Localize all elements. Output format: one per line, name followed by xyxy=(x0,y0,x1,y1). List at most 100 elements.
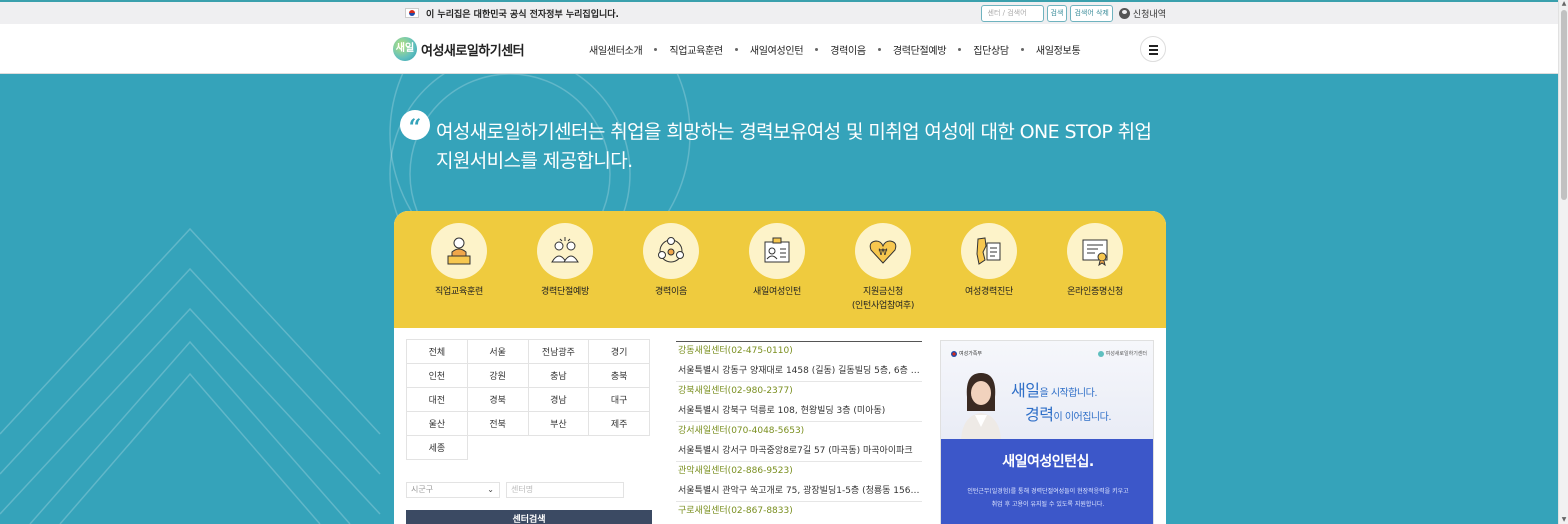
center-address: 서울특별시 강서구 마곡중앙8로7길 57 (마곡동) 마곡아이파크 xyxy=(676,441,922,462)
center-name-link[interactable]: 관악새일센터(02-886-9523) xyxy=(676,462,922,481)
hamburger-menu-icon[interactable] xyxy=(1140,36,1166,62)
service-label-sub: (인턴사업참여후) xyxy=(851,301,915,311)
center-name-link[interactable]: 구로새일센터(02-867-8833) xyxy=(676,502,922,521)
page-scrollbar[interactable]: ▲ ▼ xyxy=(1558,0,1568,524)
promo-headline-2-big: 경력 xyxy=(1025,405,1054,424)
region-option[interactable]: 충남 xyxy=(527,363,590,388)
district-select[interactable]: 시군구 ⌄ xyxy=(406,482,500,498)
nav-item-career-link[interactable]: 경력이음 xyxy=(830,42,866,57)
gov-clear-button[interactable]: 검색어 삭제 xyxy=(1070,5,1113,22)
service-label: 온라인증명신청 xyxy=(1067,287,1123,297)
service-label: 새일여성인턴 xyxy=(753,287,801,297)
service-diagnosis[interactable]: 여성경력진단 xyxy=(936,211,1042,328)
service-label: 경력이음 xyxy=(655,287,687,297)
region-option[interactable]: 경북 xyxy=(466,387,529,412)
promo-desc-line-1: 인턴근무(일경험)를 통해 경력단절여성들이 현장적응력을 키우고 xyxy=(967,488,1129,495)
hero-line-2: 지원서비스를 제공합니다. xyxy=(436,150,633,172)
intern-promo-banner[interactable]: 여성가족부 여성새로일하기센터 새일을 시작합니다. 경력이 이어집니다. 새일… xyxy=(940,340,1154,524)
region-option[interactable]: 전남광주 xyxy=(527,339,590,364)
hero-headline: 여성새로일하기센터는 취업을 희망하는 경력보유여성 및 미취업 여성에 대한 … xyxy=(436,118,1156,176)
region-option[interactable]: 경남 xyxy=(527,387,590,412)
nav-separator xyxy=(958,47,962,51)
service-training[interactable]: 직업교육훈련 xyxy=(406,211,512,328)
region-option[interactable]: 전북 xyxy=(466,411,529,436)
id-card-icon xyxy=(749,223,805,279)
center-list: 강동새일센터(02-475-0110) 서울특별시 강동구 양재대로 1458 … xyxy=(676,341,922,521)
certificate-icon xyxy=(1067,223,1123,279)
ministry-logo: 여성가족부 xyxy=(951,350,982,357)
nav-separator xyxy=(877,47,881,51)
service-prevention[interactable]: 경력단절예방 xyxy=(512,211,618,328)
service-certificate[interactable]: 온라인증명신청 xyxy=(1042,211,1148,328)
apply-history-link[interactable]: 신청내역 xyxy=(1133,7,1166,20)
service-label: 경력단절예방 xyxy=(541,287,589,297)
center-address: 서울특별시 강동구 양재대로 1458 (길동) 길동빌딩 5층, 6층 (길동… xyxy=(676,361,922,382)
region-option[interactable]: 강원 xyxy=(466,363,529,388)
nav-item-group-counseling[interactable]: 집단상담 xyxy=(973,42,1009,57)
region-option[interactable]: 충북 xyxy=(588,363,650,388)
region-option[interactable]: 울산 xyxy=(406,411,468,436)
center-name-link[interactable]: 강서새일센터(070-4048-5653) xyxy=(676,422,922,441)
region-option[interactable]: 전체 xyxy=(406,339,468,364)
service-subsidy[interactable]: ₩ 지원금신청 (인턴사업참여후) xyxy=(830,211,936,328)
gov-search-button[interactable]: 검색 xyxy=(1046,5,1068,22)
lecturer-icon xyxy=(431,223,487,279)
service-label: 직업교육훈련 xyxy=(435,287,483,297)
site-header: 새일 여성새로일하기센터 새일센터소개 직업교육훈련 새일여성인턴 경력이음 경… xyxy=(0,24,1568,74)
nav-separator xyxy=(815,47,819,51)
promo-headline-1-small: 을 시작합니다. xyxy=(1039,388,1098,399)
promo-title: 새일여성인턴십. xyxy=(1002,454,1094,470)
center-logo: 여성새로일하기센터 xyxy=(1097,350,1147,357)
region-option[interactable]: 인천 xyxy=(406,363,468,388)
scroll-thumb[interactable] xyxy=(1561,10,1567,200)
nav-separator xyxy=(1020,47,1024,51)
logo-text: 여성새로일하기센터 xyxy=(421,43,525,59)
nav-item-intro[interactable]: 새일센터소개 xyxy=(589,42,643,57)
scroll-down-icon[interactable]: ▼ xyxy=(1559,516,1568,524)
promo-top: 여성가족부 여성새로일하기센터 새일을 시작합니다. 경력이 이어집니다. xyxy=(941,341,1153,439)
center-filters: 시군구 ⌄ 센터명 xyxy=(406,482,624,498)
main-nav: 새일센터소개 직업교육훈련 새일여성인턴 경력이음 경력단절예방 집단상담 새일… xyxy=(589,24,1081,74)
gov-search-input[interactable]: 센터 / 검색어 xyxy=(980,5,1044,22)
money-heart-icon: ₩ xyxy=(855,223,911,279)
region-option[interactable]: 대전 xyxy=(406,387,468,412)
service-panel: 직업교육훈련 경력단절예방 경력이음 새일여성인턴 ₩ 지원금신청 (인턴사업참… xyxy=(394,211,1166,524)
nav-item-training[interactable]: 직업교육훈련 xyxy=(669,42,723,57)
nav-separator xyxy=(734,47,738,51)
service-career-link[interactable]: 경력이음 xyxy=(618,211,724,328)
nav-item-info[interactable]: 새일정보통 xyxy=(1036,42,1081,57)
district-select-value: 시군구 xyxy=(411,485,434,494)
region-option[interactable]: 부산 xyxy=(527,411,590,436)
nav-separator xyxy=(654,47,658,51)
center-name-link[interactable]: 강북새일센터(02-980-2377) xyxy=(676,382,922,401)
promo-description: 인턴근무(일경험)를 통해 경력단절여성들이 현장적응력을 키우고 취업 후 고… xyxy=(947,485,1149,511)
region-option[interactable]: 세종 xyxy=(406,435,468,460)
scroll-up-icon[interactable]: ▲ xyxy=(1559,0,1568,8)
promo-headline-2: 경력이 이어집니다. xyxy=(1025,401,1112,425)
center-search-button[interactable]: 센터검색 xyxy=(406,510,652,524)
center-logo-text: 여성새로일하기센터 xyxy=(1105,351,1147,357)
nav-item-prevention[interactable]: 경력단절예방 xyxy=(893,42,947,57)
service-shortcuts: 직업교육훈련 경력단절예방 경력이음 새일여성인턴 ₩ 지원금신청 (인턴사업참… xyxy=(394,211,1166,328)
nav-item-intern[interactable]: 새일여성인턴 xyxy=(750,42,804,57)
service-label: 여성경력진단 xyxy=(965,287,1013,297)
woman-portrait-icon xyxy=(961,373,1001,439)
region-option[interactable]: 서울 xyxy=(466,339,529,364)
center-name-link[interactable]: 강동새일센터(02-475-0110) xyxy=(676,342,922,361)
user-icon xyxy=(1118,8,1130,19)
center-name-input[interactable]: 센터명 xyxy=(506,482,624,498)
service-intern[interactable]: 새일여성인턴 xyxy=(724,211,830,328)
region-option[interactable]: 제주 xyxy=(588,411,650,436)
region-option[interactable]: 경기 xyxy=(588,339,650,364)
site-logo[interactable]: 새일 여성새로일하기센터 xyxy=(393,37,525,61)
network-icon xyxy=(643,223,699,279)
ministry-emblem-icon xyxy=(951,350,957,357)
svg-text:₩: ₩ xyxy=(879,248,888,258)
team-icon xyxy=(537,223,593,279)
region-option[interactable]: 대구 xyxy=(588,387,650,412)
promo-headline-2-small: 이 이어집니다. xyxy=(1053,412,1112,423)
ministry-logo-text: 여성가족부 xyxy=(959,351,983,357)
service-label-main: 지원금신청 xyxy=(863,287,903,297)
promo-headline-1-big: 새일 xyxy=(1011,381,1040,400)
center-address: 서울특별시 강북구 덕릉로 108, 현왕빌딩 3층 (미아동) xyxy=(676,401,922,422)
